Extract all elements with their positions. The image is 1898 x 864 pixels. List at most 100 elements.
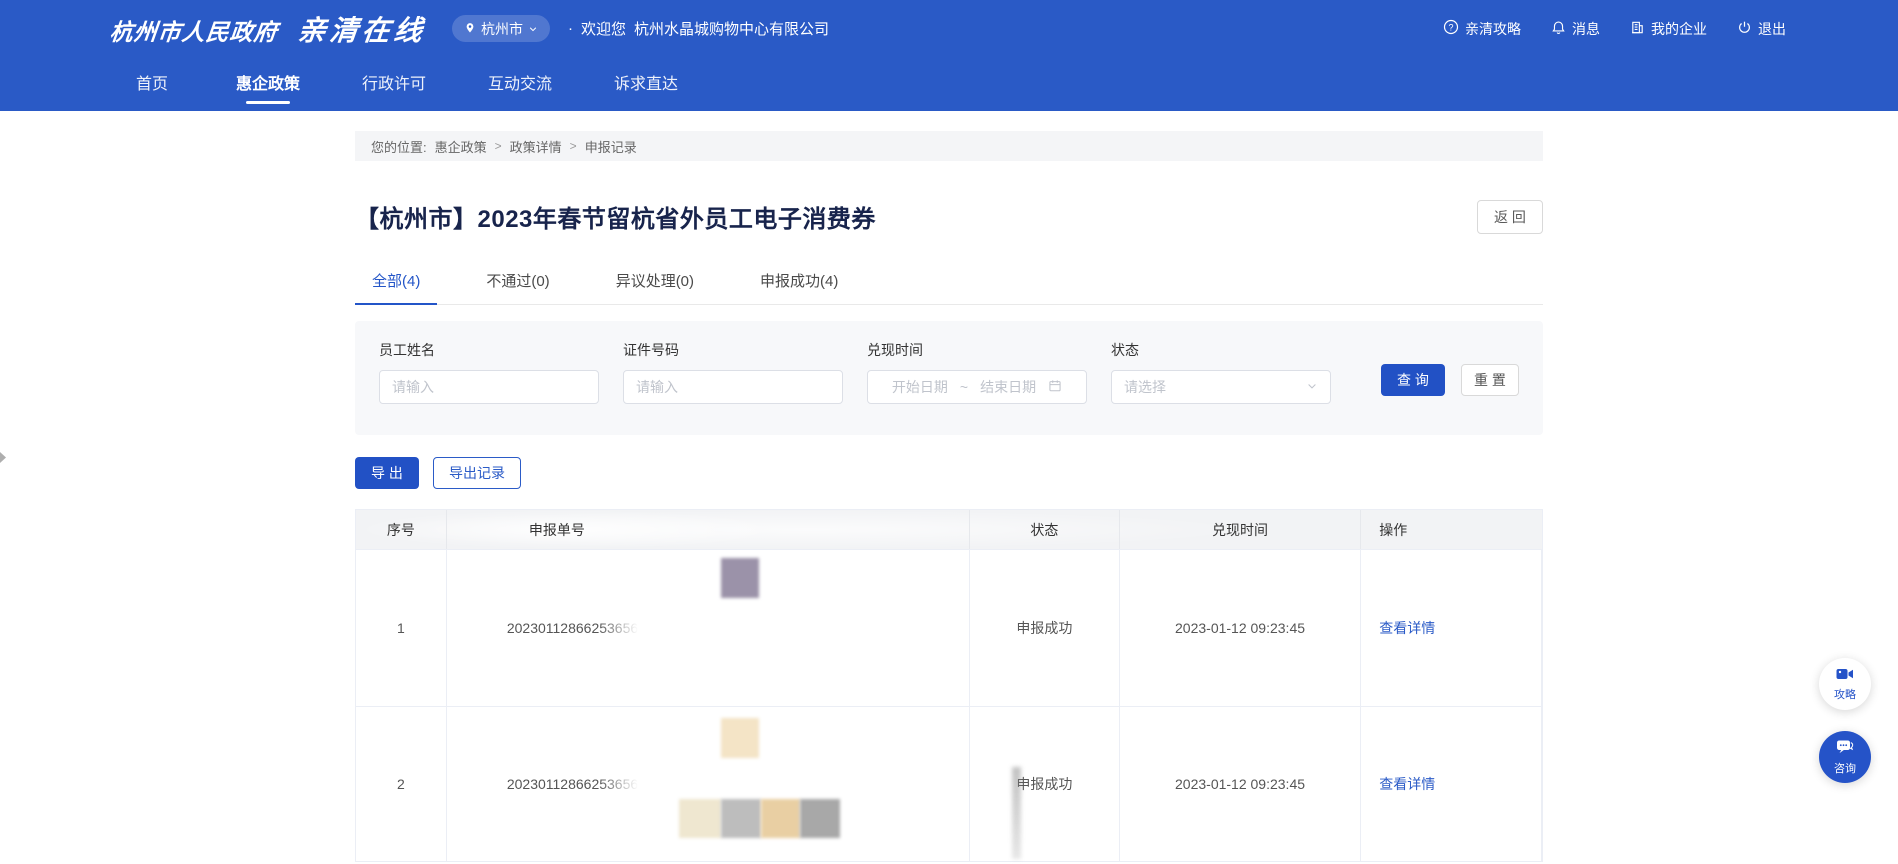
- breadcrumb-separator: >: [570, 139, 577, 153]
- date-range-picker[interactable]: 开始日期 ~ 结束日期: [867, 370, 1087, 404]
- floating-guide-label: 攻略: [1834, 686, 1856, 702]
- nav-item-appeal[interactable]: 诉求直达: [614, 64, 678, 104]
- breadcrumb-separator: >: [495, 139, 502, 153]
- messages-link-label: 消息: [1572, 19, 1600, 39]
- nav-item-interaction[interactable]: 互动交流: [488, 64, 552, 104]
- filter-panel: 员工姓名 证件号码 兑现时间 开始日期 ~ 结束日期 状态 请选择: [355, 321, 1543, 435]
- site-logo: 杭州市人民政府 亲清在线: [110, 9, 426, 49]
- nav-appeal-label: 诉求直达: [614, 76, 678, 93]
- status-tabs: 全部(4) 不通过(0) 异议处理(0) 申报成功(4): [355, 270, 1543, 305]
- status-label: 状态: [1111, 340, 1331, 360]
- redeem-time-label: 兑现时间: [867, 340, 1087, 360]
- export-log-button[interactable]: 导出记录: [433, 457, 521, 489]
- city-selector-label: 杭州市: [481, 19, 523, 39]
- view-detail-link[interactable]: 查看详情: [1379, 618, 1435, 638]
- nav-home-label: 首页: [136, 76, 168, 93]
- end-date-placeholder: 结束日期: [980, 377, 1036, 397]
- title-row: 【杭州市】2023年春节留杭省外员工电子消费券 返 回: [355, 199, 1543, 234]
- page-title: 【杭州市】2023年春节留杭省外员工电子消费券: [355, 199, 876, 234]
- cell-order-no: 20230112866253656: [447, 550, 970, 706]
- records-table: 序号 申报单号 状态 兑现时间 操作 1 20230112866253656 申…: [355, 509, 1543, 862]
- export-toolbar: 导 出 导出记录: [355, 457, 1543, 489]
- breadcrumb-item-policy[interactable]: 惠企政策: [435, 137, 487, 156]
- map-pin-icon: [464, 21, 476, 37]
- nav-item-home[interactable]: 首页: [130, 64, 174, 104]
- col-header-time: 兑现时间: [1120, 510, 1362, 549]
- redaction-block: [679, 799, 721, 838]
- cell-action: 查看详情: [1361, 707, 1542, 861]
- breadcrumb-item-policy-detail[interactable]: 政策详情: [510, 137, 562, 156]
- logo-brand-text: 亲清在线: [296, 9, 428, 49]
- chevron-down-icon: [528, 21, 538, 37]
- cell-index: 2: [356, 707, 447, 861]
- welcome-bullet: ·: [568, 20, 573, 37]
- welcome-message: · 欢迎您 杭州水晶城购物中心有限公司: [568, 18, 829, 39]
- tab-all[interactable]: 全部(4): [355, 270, 437, 305]
- view-detail-link[interactable]: 查看详情: [1379, 774, 1435, 794]
- redaction-block: [761, 799, 800, 838]
- table-row: 1 20230112866253656 申报成功 2023-01-12 09:2…: [356, 550, 1542, 707]
- status-select[interactable]: 请选择: [1111, 370, 1331, 404]
- my-enterprise-link[interactable]: 我的企业: [1630, 19, 1707, 39]
- city-selector[interactable]: 杭州市: [452, 15, 550, 42]
- cell-status: 申报成功: [970, 707, 1120, 861]
- nav-item-enterprise-policy[interactable]: 惠企政策: [236, 64, 300, 104]
- header-utility-links: ? 亲清攻略 消息 我的企业 退出: [1443, 19, 1786, 39]
- cell-status: 申报成功: [970, 550, 1120, 706]
- col-header-action: 操作: [1361, 510, 1542, 549]
- building-icon: [1630, 20, 1645, 38]
- guide-link-label: 亲清攻略: [1465, 19, 1521, 39]
- left-edge-artifact: [0, 452, 6, 463]
- bell-icon: [1551, 20, 1566, 38]
- header-top-row: 杭州市人民政府 亲清在线 杭州市 · 欢迎您 杭州水晶城购物中心有限公司 ? 亲…: [0, 0, 1898, 57]
- cell-action: 查看详情: [1361, 550, 1542, 706]
- start-date-placeholder: 开始日期: [892, 377, 948, 397]
- chat-bubble-icon: [1836, 739, 1854, 758]
- page-content: 您的位置: 惠企政策 > 政策详情 > 申报记录 【杭州市】2023年春节留杭省…: [355, 131, 1543, 862]
- floating-guide-button[interactable]: 攻略: [1819, 658, 1871, 710]
- col-header-index: 序号: [356, 510, 447, 549]
- table-header-row: 序号 申报单号 状态 兑现时间 操作: [356, 510, 1542, 550]
- video-camera-icon: [1836, 667, 1854, 684]
- breadcrumb-prefix: 您的位置:: [371, 137, 427, 156]
- messages-link[interactable]: 消息: [1551, 19, 1600, 39]
- redaction-block: [721, 558, 759, 598]
- id-number-label: 证件号码: [623, 340, 843, 360]
- my-enterprise-link-label: 我的企业: [1651, 19, 1707, 39]
- floating-consult-label: 咨询: [1834, 760, 1856, 776]
- employee-name-field-group: 员工姓名: [379, 340, 599, 404]
- logout-link[interactable]: 退出: [1737, 19, 1786, 39]
- employee-name-label: 员工姓名: [379, 340, 599, 360]
- calendar-icon: [1048, 379, 1062, 396]
- nav-license-label: 行政许可: [362, 76, 426, 93]
- chevron-down-icon: [1306, 379, 1318, 395]
- logo-government-text: 杭州市人民政府: [108, 13, 280, 47]
- filter-buttons: 查 询 重 置: [1381, 364, 1519, 396]
- question-circle-icon: ?: [1443, 19, 1459, 38]
- redeem-time-field-group: 兑现时间 开始日期 ~ 结束日期: [867, 340, 1087, 404]
- table-row: 2 20230112866253656 申报成功 2023-01-12 09:2…: [356, 707, 1542, 862]
- guide-link[interactable]: ? 亲清攻略: [1443, 19, 1521, 39]
- export-button[interactable]: 导 出: [355, 457, 419, 489]
- col-header-order-no: 申报单号: [447, 510, 970, 549]
- id-number-input[interactable]: [623, 370, 843, 404]
- tab-rejected[interactable]: 不通过(0): [469, 270, 566, 305]
- tab-dispute[interactable]: 异议处理(0): [599, 270, 711, 305]
- welcome-greeting: 欢迎您: [581, 18, 626, 39]
- nav-item-administrative-license[interactable]: 行政许可: [362, 64, 426, 104]
- breadcrumb: 您的位置: 惠企政策 > 政策详情 > 申报记录: [355, 131, 1543, 161]
- status-field-group: 状态 请选择: [1111, 340, 1331, 404]
- nav-interaction-label: 互动交流: [488, 76, 552, 93]
- floating-consult-button[interactable]: 咨询: [1819, 731, 1871, 783]
- back-button[interactable]: 返 回: [1477, 200, 1543, 234]
- tab-success[interactable]: 申报成功(4): [743, 270, 855, 305]
- logout-link-label: 退出: [1758, 19, 1786, 39]
- id-number-field-group: 证件号码: [623, 340, 843, 404]
- reset-button[interactable]: 重 置: [1461, 364, 1519, 396]
- search-button[interactable]: 查 询: [1381, 364, 1445, 396]
- nav-policy-label: 惠企政策: [236, 76, 300, 93]
- site-header: 杭州市人民政府 亲清在线 杭州市 · 欢迎您 杭州水晶城购物中心有限公司 ? 亲…: [0, 0, 1898, 111]
- redaction-block: [721, 799, 761, 838]
- power-icon: [1737, 20, 1752, 38]
- employee-name-input[interactable]: [379, 370, 599, 404]
